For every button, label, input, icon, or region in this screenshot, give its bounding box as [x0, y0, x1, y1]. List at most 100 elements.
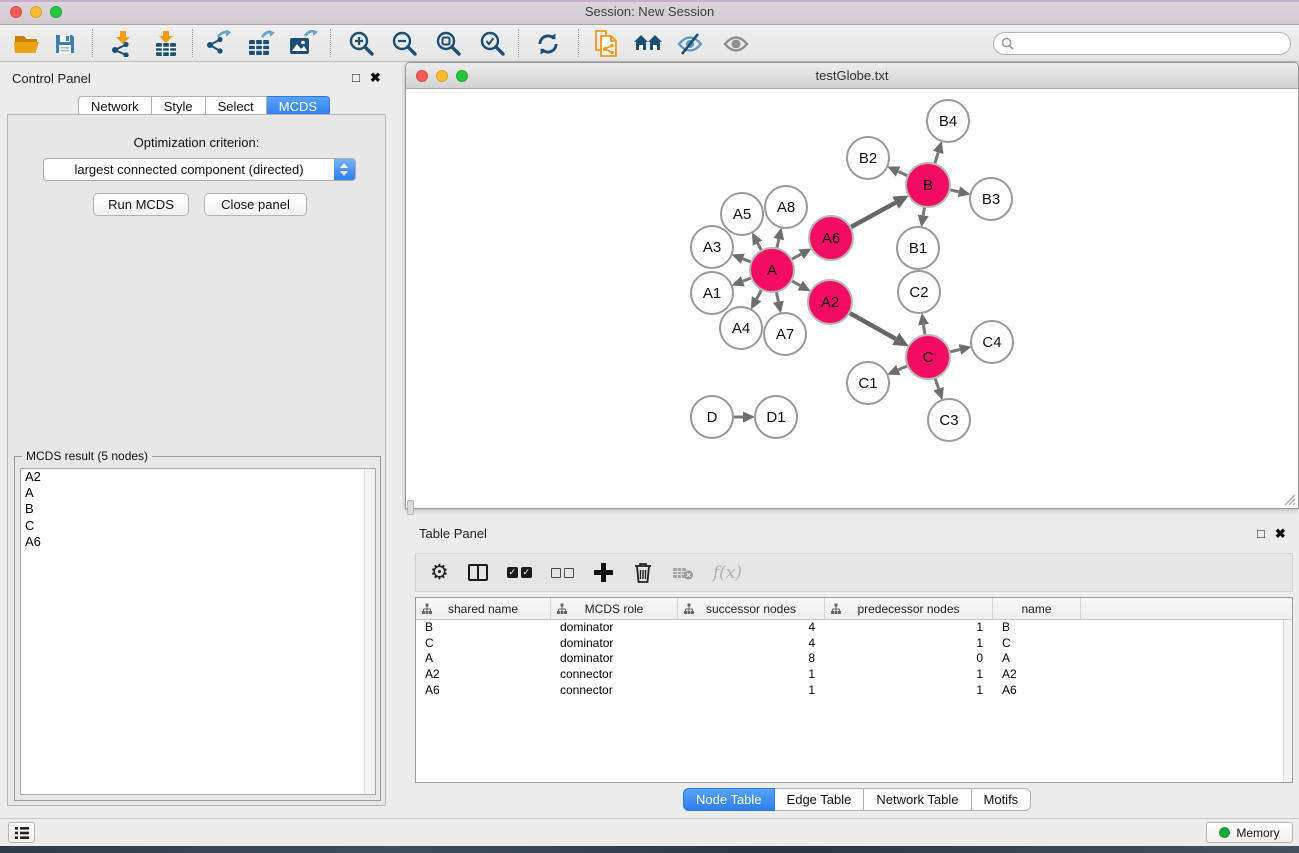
export-network-icon[interactable] [201, 28, 235, 59]
graph-node-D[interactable]: D [691, 396, 733, 438]
cell-name[interactable]: C [993, 636, 1081, 652]
zoom-in-icon[interactable] [344, 28, 378, 59]
graph-node-A6[interactable]: A6 [809, 216, 853, 260]
graph-node-A1[interactable]: A1 [691, 272, 733, 314]
graph-node-A5[interactable]: A5 [721, 193, 763, 235]
zoom-selected-icon[interactable] [475, 28, 509, 59]
task-history-button[interactable] [8, 822, 35, 843]
close-traffic-light[interactable] [10, 6, 22, 18]
graph-node-A3[interactable]: A3 [691, 226, 733, 268]
mcds-result-item[interactable]: B [21, 501, 375, 517]
mcds-result-list[interactable]: A2ABCA6 [20, 468, 376, 795]
mcds-result-item[interactable]: A [21, 485, 375, 501]
graph-node-D1[interactable]: D1 [755, 396, 797, 438]
zoom-out-icon[interactable] [387, 28, 421, 59]
close-panel-icon[interactable]: ✖ [370, 70, 381, 86]
column-header-name[interactable]: name [993, 598, 1081, 619]
cell-successor-nodes[interactable]: 4 [678, 620, 825, 636]
cell-MCDS-role[interactable]: connector [551, 667, 678, 683]
close-panel-button[interactable]: Close panel [204, 193, 307, 216]
mcds-result-item[interactable]: C [21, 518, 375, 534]
export-table-icon[interactable] [244, 28, 278, 59]
delete-column-icon[interactable] [633, 560, 653, 586]
tab-node-table[interactable]: Node Table [683, 788, 775, 811]
table-row[interactable]: A6connector11A6 [416, 683, 1292, 699]
cell-predecessor-nodes[interactable]: 1 [825, 620, 993, 636]
search-field[interactable] [993, 32, 1291, 55]
cell-name[interactable]: A2 [993, 667, 1081, 683]
graph-node-C4[interactable]: C4 [971, 321, 1013, 363]
tab-network[interactable]: Network [78, 96, 152, 116]
graph-node-B4[interactable]: B4 [927, 100, 969, 142]
graph-node-A2[interactable]: A2 [808, 280, 852, 324]
home-networks-icon[interactable] [631, 28, 665, 59]
table-row[interactable]: Cdominator41C [416, 636, 1292, 652]
graph-node-B2[interactable]: B2 [847, 137, 889, 179]
zoom-fit-icon[interactable] [431, 28, 465, 59]
column-header-shared-name[interactable]: shared name [416, 598, 551, 619]
deselect-all-columns-icon[interactable] [551, 560, 574, 586]
tab-network-table[interactable]: Network Table [864, 788, 971, 811]
zoom-traffic-light[interactable] [50, 6, 62, 18]
cell-predecessor-nodes[interactable]: 1 [825, 683, 993, 699]
cell-MCDS-role[interactable]: connector [551, 683, 678, 699]
network-canvas[interactable]: B4B2BB3A5A8A6B1A3AC2A1A2A4A7C4CC1C3DD1 [406, 89, 1298, 508]
new-network-from-file-icon[interactable] [589, 28, 623, 59]
tab-mcds[interactable]: MCDS [267, 96, 330, 116]
float-panel-icon[interactable]: □ [352, 70, 360, 86]
export-image-icon[interactable] [286, 28, 320, 59]
cell-predecessor-nodes[interactable]: 0 [825, 651, 993, 667]
column-header-predecessor-nodes[interactable]: predecessor nodes [825, 598, 993, 619]
save-session-icon[interactable] [48, 28, 82, 59]
mcds-result-item[interactable]: A6 [21, 534, 375, 550]
run-mcds-button[interactable]: Run MCDS [93, 193, 189, 216]
show-graphics-details-icon[interactable] [719, 28, 753, 59]
cell-name[interactable]: A6 [993, 683, 1081, 699]
table-row[interactable]: A2connector11A2 [416, 667, 1292, 683]
criterion-dropdown[interactable]: largest connected component (directed) [43, 158, 356, 181]
cell-MCDS-role[interactable]: dominator [551, 620, 678, 636]
open-file-icon[interactable] [10, 28, 44, 59]
refresh-icon[interactable] [531, 28, 565, 59]
network-zoom-traffic-light[interactable] [456, 70, 468, 82]
tab-select[interactable]: Select [206, 96, 267, 116]
function-builder-icon[interactable]: f(x) [713, 560, 742, 586]
graph-node-A4[interactable]: A4 [720, 307, 762, 349]
table-settings-gear-icon[interactable]: ⚙ [430, 560, 449, 586]
select-all-columns-icon[interactable]: ✓✓ [507, 560, 532, 586]
cell-predecessor-nodes[interactable]: 1 [825, 667, 993, 683]
network-window-titlebar[interactable]: testGlobe.txt [406, 63, 1298, 89]
search-input[interactable] [1018, 35, 1290, 53]
graph-node-A8[interactable]: A8 [765, 186, 807, 228]
cell-shared-name[interactable]: A2 [416, 667, 551, 683]
cell-name[interactable]: A [993, 651, 1081, 667]
cell-MCDS-role[interactable]: dominator [551, 651, 678, 667]
cell-successor-nodes[interactable]: 1 [678, 683, 825, 699]
cell-shared-name[interactable]: C [416, 636, 551, 652]
graph-node-B[interactable]: B [906, 163, 950, 207]
network-close-traffic-light[interactable] [416, 70, 428, 82]
tab-style[interactable]: Style [152, 96, 206, 116]
graph-node-B1[interactable]: B1 [897, 227, 939, 269]
minimize-traffic-light[interactable] [30, 6, 42, 18]
table-row[interactable]: Adominator80A [416, 651, 1292, 667]
close-table-panel-icon[interactable]: ✖ [1275, 526, 1286, 542]
cell-shared-name[interactable]: A6 [416, 683, 551, 699]
graph-node-C3[interactable]: C3 [928, 399, 970, 441]
memory-button[interactable]: Memory [1206, 822, 1293, 843]
column-header-MCDS-role[interactable]: MCDS role [551, 598, 678, 619]
cell-successor-nodes[interactable]: 1 [678, 667, 825, 683]
table-scrollbar[interactable] [1283, 620, 1292, 782]
graph-node-B3[interactable]: B3 [970, 178, 1012, 220]
column-header-successor-nodes[interactable]: successor nodes [678, 598, 825, 619]
tab-motifs[interactable]: Motifs [972, 788, 1032, 811]
cell-name[interactable]: B [993, 620, 1081, 636]
graph-node-C1[interactable]: C1 [847, 362, 889, 404]
graph-node-A[interactable]: A [750, 248, 794, 292]
import-network-icon[interactable] [105, 28, 139, 59]
window-resize-grip[interactable] [1282, 492, 1296, 506]
graph-node-C2[interactable]: C2 [898, 271, 940, 313]
graph-node-A7[interactable]: A7 [764, 313, 806, 355]
network-minimize-traffic-light[interactable] [436, 70, 448, 82]
cell-MCDS-role[interactable]: dominator [551, 636, 678, 652]
